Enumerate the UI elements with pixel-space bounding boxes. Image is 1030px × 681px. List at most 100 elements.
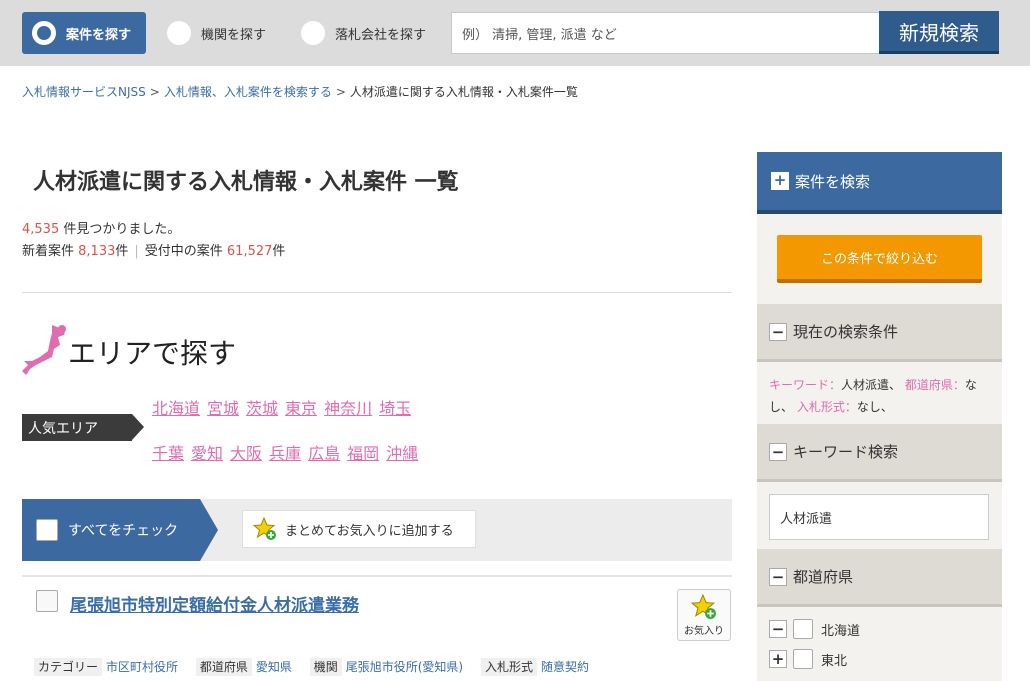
minus-icon: − xyxy=(769,567,787,586)
search-bar: 案件を探す 機関を探す 落札会社を探す 例） 清掃, 管理, 派遣 など 新規検… xyxy=(0,0,1030,66)
current-conditions-label: 現在の検索条件 xyxy=(793,323,899,341)
radio-selected-icon xyxy=(32,21,56,45)
search-placeholder: 例） 清掃, 管理, 派遣 など xyxy=(462,27,617,43)
minus-icon[interactable]: − xyxy=(769,620,787,638)
prefecture-label: 都道府県 xyxy=(793,568,854,586)
area-link[interactable]: 千葉 xyxy=(152,444,184,463)
breadcrumb-current: 人材派遣に関する入札情報・入札案件一覧 xyxy=(349,85,578,99)
area-link[interactable]: 北海道 xyxy=(152,399,200,418)
new-search-button[interactable]: 新規検索 xyxy=(879,11,999,54)
accepting-unit: 件 xyxy=(272,244,286,259)
page-title-keyword: 人材派遣 xyxy=(33,170,122,195)
check-all-label: すべてをチェック xyxy=(68,523,179,539)
area-link[interactable]: 沖縄 xyxy=(386,444,418,463)
breadcrumb: 入札情報サービスNJSS > 入札情報、入札案件を検索する > 人材派遣に関する入札情報… xyxy=(22,83,578,100)
tab-search-cases[interactable]: 案件を探す xyxy=(22,12,146,54)
prefecture-header[interactable]: − 都道府県 xyxy=(757,549,1002,607)
meta-key: カテゴリー xyxy=(34,658,103,676)
area-link[interactable]: 広島 xyxy=(308,444,340,463)
breadcrumb-separator: > xyxy=(149,85,160,99)
star-plus-icon xyxy=(253,517,276,540)
prefecture-item: − 北海道 xyxy=(769,617,860,641)
meta-value-link[interactable]: 市区町村役所 xyxy=(106,660,178,674)
divider: | xyxy=(134,244,139,259)
area-link[interactable]: 東京 xyxy=(285,399,317,418)
keyword-input[interactable]: 人材派遣 xyxy=(769,494,989,540)
result-meta: カテゴリー 市区町村役所 都道府県 愛知県 機関 尾張旭市役所(愛知県) 入札形式 随意… xyxy=(34,658,603,676)
cond-pref-label: 都道府県： xyxy=(904,378,965,392)
new-cases-unit: 件 xyxy=(115,244,129,259)
tab-search-cases-label: 案件を探す xyxy=(66,27,132,43)
accepting-label: 受付中の案件 xyxy=(144,244,227,259)
search-sidebar: + 案件を検索 この条件で絞り込む − 現在の検索条件 キーワード：人材派遣、 … xyxy=(757,152,1002,681)
japan-map-icon xyxy=(22,325,66,375)
breadcrumb-separator: > xyxy=(335,85,346,99)
page-title-rest: に関する入札情報・入札案件 一覧 xyxy=(121,170,459,195)
meta-value-link[interactable]: 随意契約 xyxy=(541,660,589,674)
area-link[interactable]: 茨城 xyxy=(246,399,278,418)
checkbox[interactable] xyxy=(36,519,58,541)
meta-value-link[interactable]: 尾張旭市役所(愛知県) xyxy=(346,660,463,674)
meta-key: 機関 xyxy=(309,658,342,676)
meta-key: 都道府県 xyxy=(195,658,252,676)
narrow-results-button[interactable]: この条件で絞り込む xyxy=(777,235,982,283)
add-all-favorites-button[interactable]: まとめてお気入りに追加する xyxy=(242,510,476,548)
page-title: 人材派遣に関する入札情報・入札案件 一覧 xyxy=(33,164,459,196)
add-all-favorites-label: まとめてお気入りに追加する xyxy=(285,523,454,539)
found-count: 4,535 xyxy=(22,222,60,237)
area-link[interactable]: 兵庫 xyxy=(269,444,301,463)
breadcrumb-home[interactable]: 入札情報サービスNJSS xyxy=(22,85,146,99)
popular-area-label: 人気エリア xyxy=(22,414,144,441)
cond-type-value: なし、 xyxy=(856,400,893,414)
area-link[interactable]: 愛知 xyxy=(191,444,223,463)
tab-search-agencies[interactable]: 機関を探す xyxy=(167,12,266,54)
minus-icon: − xyxy=(769,322,787,341)
found-text: 件見つかりました。 xyxy=(59,222,181,237)
result-checkbox[interactable] xyxy=(36,590,58,612)
accepting-count: 61,527 xyxy=(226,244,273,259)
prefecture-item-label: 東北 xyxy=(821,653,848,669)
radio-icon xyxy=(301,21,325,45)
checkbox[interactable] xyxy=(793,649,813,669)
keyword-search-label: キーワード検索 xyxy=(793,443,899,461)
area-link[interactable]: 神奈川 xyxy=(324,399,372,418)
sidebar-header-label: 案件を検索 xyxy=(795,172,871,191)
result-title-link[interactable]: 尾張旭市特別定額給付金人材派遣業務 xyxy=(70,591,359,616)
new-cases-count: 8,133 xyxy=(78,244,116,259)
meta-value-link[interactable]: 愛知県 xyxy=(256,660,292,674)
cond-keyword-label: キーワード： xyxy=(769,378,842,392)
area-link[interactable]: 宮城 xyxy=(207,399,239,418)
minus-icon: − xyxy=(769,442,787,461)
area-link[interactable]: 福岡 xyxy=(347,444,379,463)
checkbox[interactable] xyxy=(793,619,813,639)
keyword-input-value: 人材派遣 xyxy=(780,511,833,527)
bulk-action-bar: すべてをチェック まとめてお気入りに追加する xyxy=(22,499,732,561)
tab-search-winners[interactable]: 落札会社を探す xyxy=(301,12,426,54)
area-link[interactable]: 埼玉 xyxy=(379,399,411,418)
meta-key: 入札形式 xyxy=(480,658,537,676)
tab-search-agencies-label: 機関を探す xyxy=(201,27,267,43)
area-links-row: 千葉 愛知 大阪 兵庫 広島 福岡 沖縄 xyxy=(152,440,425,464)
current-conditions-header[interactable]: − 現在の検索条件 xyxy=(757,304,1002,362)
divider xyxy=(22,575,732,577)
check-all-button[interactable]: すべてをチェック xyxy=(22,499,218,561)
result-counts: 4,535 件見つかりました。 新着案件 8,133件 | 受付中の案件 61,52… xyxy=(22,219,285,263)
prefecture-item: + 東北 xyxy=(769,647,847,671)
sidebar-header[interactable]: + 案件を検索 xyxy=(757,152,1002,214)
search-input[interactable]: 例） 清掃, 管理, 派遣 など xyxy=(451,12,881,54)
cond-keyword-value: 人材派遣、 xyxy=(841,378,902,392)
add-favorite-button[interactable]: お気入り xyxy=(677,589,731,641)
area-links-row: 北海道 宮城 茨城 東京 神奈川 埼玉 xyxy=(152,395,418,419)
plus-icon: + xyxy=(771,172,789,190)
keyword-search-header[interactable]: − キーワード検索 xyxy=(757,424,1002,482)
star-plus-icon xyxy=(690,593,716,619)
current-conditions: キーワード：人材派遣、 都道府県：なし、 入札形式：なし、 xyxy=(769,374,991,418)
radio-icon xyxy=(167,21,191,45)
tab-search-winners-label: 落札会社を探す xyxy=(335,27,427,43)
cond-type-label: 入札形式： xyxy=(796,400,857,414)
area-link[interactable]: 大阪 xyxy=(230,444,262,463)
plus-icon[interactable]: + xyxy=(769,650,787,668)
new-cases-label: 新着案件 xyxy=(22,244,79,259)
add-favorite-label: お気入り xyxy=(684,625,724,637)
breadcrumb-search[interactable]: 入札情報、入札案件を検索する xyxy=(164,85,332,99)
